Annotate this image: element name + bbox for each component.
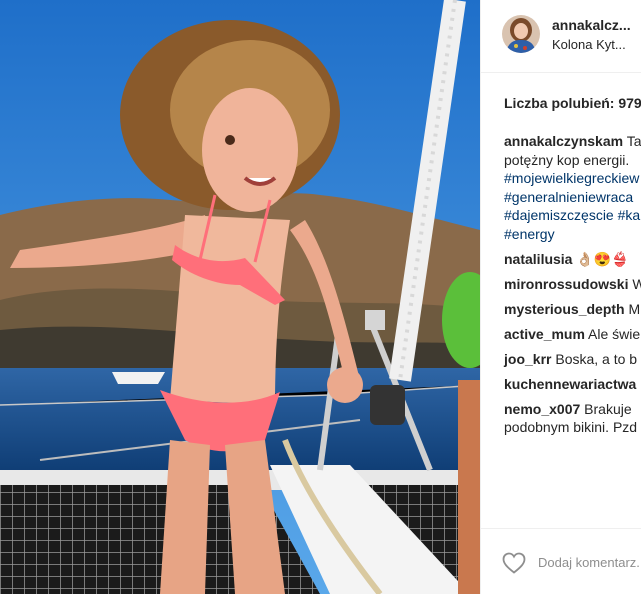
comment-text: W (628, 276, 641, 292)
comment-text-continuation: podobnym bikini. Pzd (504, 419, 638, 435)
comment-text: 👌🏼😍👙 (572, 250, 629, 267)
comment-item: joo_krr Boska, a to b (504, 350, 641, 369)
caption-line-2: potężny kop energii. (504, 151, 630, 168)
caption-hashtag-line: #generalnieniewraca (504, 188, 641, 207)
comment-item: natalilusia 👌🏼😍👙 (504, 250, 641, 269)
add-comment-input[interactable]: Dodaj komentarz... (538, 555, 641, 570)
comment-item: kuchennewariactwa (504, 375, 641, 394)
comment-item: mysterious_depth M (504, 300, 641, 319)
comment-item: nemo_x007 Brakuje (504, 400, 641, 419)
comment-author[interactable]: nemo_x007 (504, 401, 580, 417)
hashtag-link[interactable]: #ka (618, 207, 641, 223)
hashtag-link[interactable]: #dajemiszczęscie (504, 207, 614, 223)
hashtag-link[interactable]: #energy (504, 226, 555, 242)
post-side-panel: annakalcz... Kolona Kyt... Liczba polubi… (480, 0, 641, 594)
comment-item: active_mum Ale świe (504, 325, 641, 344)
caption-line-1: annakalczynskam Ta (504, 132, 641, 151)
caption-author[interactable]: annakalczynskam (504, 133, 623, 149)
comment-text: Ale świe (584, 325, 641, 342)
photo-image (0, 0, 480, 594)
comments-list: annakalczynskam Ta potężny kop energii. … (504, 132, 641, 437)
likes-count[interactable]: Liczba polubień: 979 (504, 95, 641, 111)
caption-hashtag-line: #mojewielkiegreckiew (504, 169, 641, 188)
caption-hashtag-line: #energy (504, 225, 641, 244)
post-author-username[interactable]: annakalcz... (552, 17, 631, 33)
comment-author[interactable]: natalilusia (504, 251, 572, 267)
comment-author[interactable]: kuchennewariactwa (504, 376, 636, 392)
caption-text: Ta (623, 133, 641, 149)
post-location[interactable]: Kolona Kyt... (552, 37, 626, 52)
comment-item: mironrossudowski W (504, 275, 641, 294)
comment-text: Brakuje (580, 400, 632, 417)
comment-author[interactable]: mysterious_depth (504, 301, 625, 317)
comment-text: Boska, a to b (551, 350, 638, 367)
heart-outline-icon[interactable] (502, 552, 526, 579)
comment-author[interactable]: active_mum (504, 326, 585, 342)
post-photo[interactable] (0, 0, 480, 594)
avatar[interactable] (502, 15, 540, 53)
comment-text: M (624, 300, 641, 317)
avatar-image-icon (502, 15, 540, 53)
hashtag-link[interactable]: #generalnieniewraca (504, 189, 633, 205)
hashtag-link[interactable]: #mojewielkiegreckiew (504, 170, 639, 186)
comment-author[interactable]: joo_krr (504, 351, 551, 367)
post-footer: Dodaj komentarz... (481, 528, 641, 594)
comment-author[interactable]: mironrossudowski (504, 276, 628, 292)
caption-hashtag-line: #dajemiszczęscie #ka (504, 206, 641, 225)
post-header: annakalcz... Kolona Kyt... (481, 0, 641, 73)
